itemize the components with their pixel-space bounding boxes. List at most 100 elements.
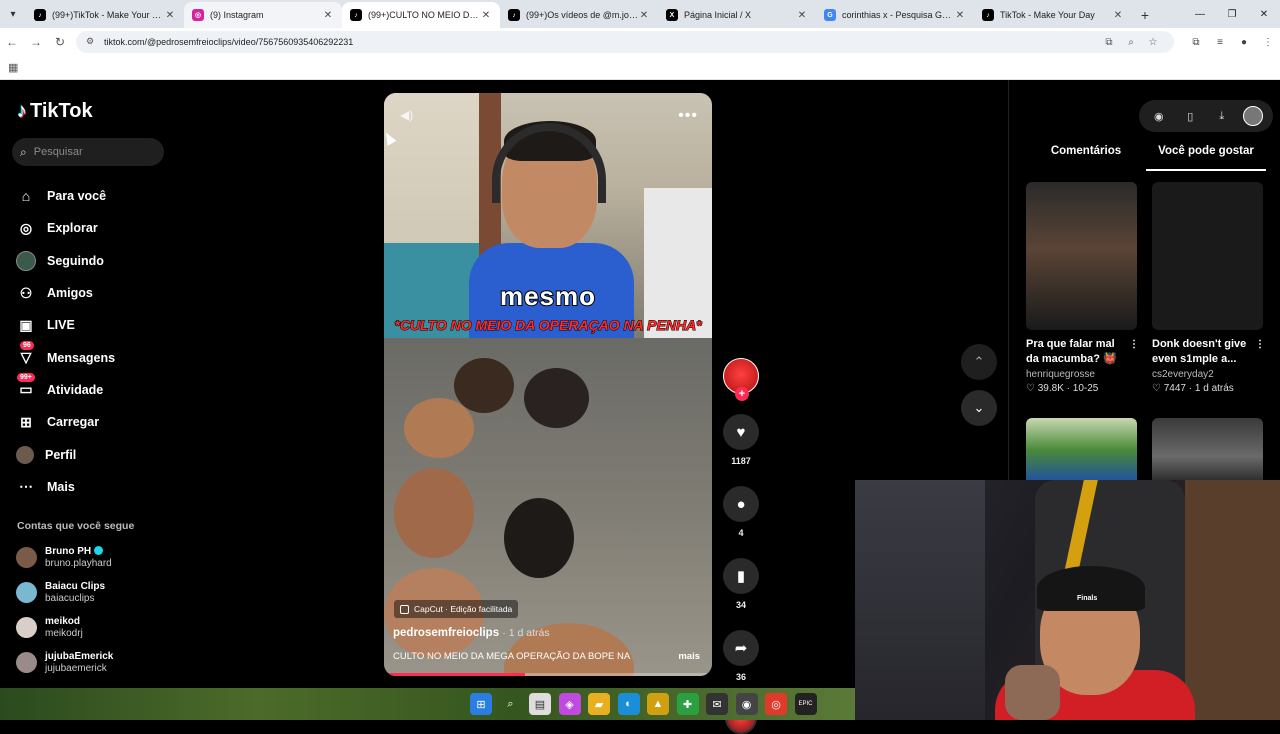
restore-icon[interactable]: ❐ <box>1216 0 1248 28</box>
browser-tab-tiktok-2[interactable]: ♪ TikTok - Make Your Day ✕ <box>974 2 1132 28</box>
sidebar-item-explorar[interactable]: ◎ Explorar <box>16 212 115 244</box>
phone-icon[interactable]: ▯ <box>1180 110 1200 123</box>
user-avatar[interactable] <box>1243 106 1264 126</box>
close-icon[interactable]: ✕ <box>638 10 650 21</box>
card-author[interactable]: cs2everyday2 <box>1152 369 1263 380</box>
chrome-icon[interactable]: ◎ <box>765 693 787 715</box>
install-app-icon[interactable]: ⧉ <box>1098 37 1120 48</box>
close-icon[interactable]: ✕ <box>322 10 334 21</box>
video-author[interactable]: pedrosemfreioclips · 1 d atrás <box>393 627 550 639</box>
comment-icon[interactable]: ● <box>723 486 759 522</box>
video-thumbnail[interactable] <box>1026 418 1137 482</box>
search-box[interactable]: ⌕ <box>12 138 164 166</box>
file-explorer-icon[interactable]: ▰ <box>588 693 610 715</box>
copilot-icon[interactable]: ◈ <box>558 693 581 715</box>
following-account[interactable]: jujubaEmerick jujubaemerick <box>16 645 113 680</box>
next-video-button[interactable]: ⌄ <box>961 390 997 426</box>
card-author[interactable]: henriquegrosse <box>1026 369 1137 380</box>
description-more-link[interactable]: mais <box>678 651 700 662</box>
media-icon[interactable]: ≡ <box>1208 37 1232 48</box>
close-icon[interactable]: ✕ <box>954 10 966 21</box>
back-icon[interactable]: ← <box>0 30 24 54</box>
download-icon[interactable]: ⤓ <box>1212 110 1232 123</box>
share-icon[interactable]: ➦ <box>723 630 759 666</box>
bookmark-star-icon[interactable]: ☆ <box>1142 37 1164 48</box>
close-window-icon[interactable]: ✕ <box>1248 0 1280 28</box>
following-account[interactable]: meikod meikodrj <box>16 610 113 645</box>
comment-action[interactable]: ● 4 <box>722 486 760 538</box>
sidebar-item-carregar[interactable]: ⊞ Carregar <box>16 406 115 438</box>
video-player[interactable]: ◀) ••• mesmo *CULTO NO MEIO DA OPERAÇAO … <box>384 93 712 676</box>
heart-icon[interactable]: ♥ <box>723 414 759 450</box>
windows-start-icon[interactable]: ⊞ <box>470 693 492 715</box>
bookmark-icon[interactable]: ▮ <box>723 558 759 594</box>
close-icon[interactable]: ✕ <box>164 10 176 21</box>
sidebar-item-atividade[interactable]: ▭ 99+ Atividade <box>16 372 115 406</box>
sidebar-item-mensagens[interactable]: ▽ 96 Mensagens <box>16 340 115 373</box>
recommendation-card[interactable] <box>1026 418 1137 482</box>
volume-icon[interactable]: ◀) <box>400 108 413 122</box>
tab-comentarios[interactable]: Comentários <box>1026 143 1146 171</box>
following-account[interactable]: Bruno PH bruno.playhard <box>16 540 113 575</box>
zoom-icon[interactable]: ⌕ <box>1120 37 1142 48</box>
obs-icon[interactable]: ◉ <box>735 693 758 715</box>
url-field[interactable]: ⚙ tiktok.com/@pedrosemfreioclips/video/7… <box>76 31 1174 53</box>
share-action[interactable]: ➦ 36 <box>722 630 760 682</box>
edge-icon[interactable]: ◐ <box>617 693 640 715</box>
recommendation-card[interactable]: Donk doesn't give even s1mple a... ⋮ cs2e… <box>1152 182 1265 394</box>
browser-tab-instagram[interactable]: ◎ (9) Instagram ✕ <box>184 2 342 28</box>
video-thumbnail[interactable] <box>1152 182 1263 330</box>
app-icon[interactable]: ✚ <box>676 693 699 715</box>
card-more-icon[interactable]: ⋮ <box>1129 337 1139 352</box>
profile-icon[interactable]: ● <box>1232 37 1256 48</box>
terminal-icon[interactable]: ✉ <box>706 693 728 715</box>
sidebar-item-amigos[interactable]: ⚇ Amigos <box>16 277 115 309</box>
close-icon[interactable]: ✕ <box>480 10 492 21</box>
like-action[interactable]: ♥ 1187 <box>722 414 760 466</box>
creator-avatar[interactable]: + <box>723 358 759 401</box>
browser-menu-icon[interactable]: ⋮ <box>1256 37 1280 48</box>
tab-title: (9) Instagram <box>210 10 264 20</box>
save-action[interactable]: ▮ 34 <box>722 558 760 610</box>
video-more-icon[interactable]: ••• <box>678 107 698 125</box>
recommendation-card[interactable]: Pra que falar mal da macumba? 👹 ⋮ henriqu… <box>1026 182 1139 394</box>
browser-tab-videos[interactable]: ♪ (99+)Os vídeos de @m.jose_20 ✕ <box>500 2 658 28</box>
tab-voce-pode-gostar[interactable]: Você pode gostar <box>1146 143 1266 171</box>
video-progress-bar[interactable] <box>384 673 712 676</box>
site-info-icon[interactable]: ⚙ <box>86 36 98 48</box>
sidebar-item-para-voce[interactable]: ⌂ Para você <box>16 180 115 212</box>
following-account[interactable]: Baiacu Clips baiacuclips <box>16 575 113 610</box>
new-tab-button[interactable]: + <box>1132 2 1158 28</box>
search-input[interactable] <box>33 146 144 158</box>
previous-video-button[interactable]: ⌃ <box>961 344 997 380</box>
video-thumbnail[interactable] <box>1152 418 1263 482</box>
extensions-icon[interactable]: ⧉ <box>1184 37 1208 48</box>
warning-app-icon[interactable]: ▲ <box>647 693 669 715</box>
tiktok-logo[interactable]: ♪ TikTok <box>17 100 93 123</box>
browser-tab-culto[interactable]: ♪ (99+)CULTO NO MEIO DA O ✕ <box>342 2 500 28</box>
follow-plus-icon[interactable]: + <box>735 387 749 401</box>
taskbar-search-icon[interactable]: ⌕ <box>500 693 522 715</box>
tab-search-icon[interactable]: ▾ <box>0 0 26 28</box>
sidebar-item-mais[interactable]: ⋯ Mais <box>16 471 115 503</box>
close-icon[interactable]: ✕ <box>796 10 808 21</box>
task-view-icon[interactable]: ▤ <box>529 693 551 715</box>
browser-tab-google[interactable]: G corinthias x - Pesquisa Google ✕ <box>816 2 974 28</box>
coins-icon[interactable]: ◉ <box>1149 110 1169 123</box>
browser-tab-tiktok[interactable]: ♪ (99+)TikTok - Make Your Day ✕ <box>26 2 184 28</box>
browser-tab-x[interactable]: X Página Inicial / X ✕ <box>658 2 816 28</box>
apps-grid-icon[interactable]: ▦ <box>8 61 18 74</box>
minimize-icon[interactable]: — <box>1184 0 1216 28</box>
capcut-tag[interactable]: CapCut · Edição facilitada <box>394 600 519 618</box>
recommendation-card[interactable] <box>1152 418 1263 482</box>
reload-icon[interactable]: ↻ <box>48 30 72 54</box>
close-icon[interactable]: ✕ <box>1112 10 1124 21</box>
url-text[interactable]: tiktok.com/@pedrosemfreioclips/video/756… <box>104 37 1098 47</box>
sidebar-item-perfil[interactable]: Perfil <box>16 438 115 470</box>
video-thumbnail[interactable] <box>1026 182 1137 330</box>
epic-games-icon[interactable]: EPIC <box>794 693 817 715</box>
sidebar-item-live[interactable]: ▣ LIVE <box>16 309 115 341</box>
forward-icon[interactable]: → <box>24 30 48 54</box>
sidebar-item-seguindo[interactable]: Seguindo <box>16 245 115 277</box>
card-more-icon[interactable]: ⋮ <box>1255 337 1265 352</box>
